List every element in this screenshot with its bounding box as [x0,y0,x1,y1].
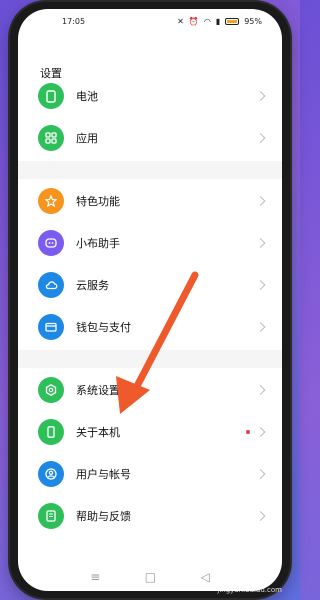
phone-screen: 17:05 ✕ ⏰ ◠ ▮ 95% 设置 电池 应用 特色功能 小布助手 云服务… [18,9,282,591]
user-icon [38,461,64,487]
settings-item-assistant[interactable]: 小布助手 [18,224,282,262]
system-settings-icon [38,377,64,403]
settings-item-wallet[interactable]: 钱包与支付 [18,308,282,346]
status-bar: 17:05 ✕ ⏰ ◠ ▮ 95% [18,9,282,33]
chevron-right-icon [255,427,266,437]
settings-item-users[interactable]: 用户与帐号 [18,455,282,493]
wallet-icon [38,314,64,340]
mute-icon: ✕ [177,16,184,26]
settings-item-battery[interactable]: 电池 [18,77,282,115]
signal-icon: ▮ [215,16,221,26]
settings-item-label: 系统设置 [76,384,120,397]
settings-item-label: 云服务 [76,279,109,292]
star-badge-icon [38,188,64,214]
notification-dot [246,430,250,434]
settings-item-about[interactable]: 关于本机 [18,413,282,451]
section-divider [18,161,282,179]
status-icons: ✕ ⏰ ◠ ▮ 95% [177,17,262,26]
apps-grid-icon [38,125,64,151]
phone-frame: 17:05 ✕ ⏰ ◠ ▮ 95% 设置 电池 应用 特色功能 小布助手 云服务… [10,2,290,598]
settings-item-featured[interactable]: 特色功能 [18,182,282,220]
wifi-icon: ◠ [203,16,211,26]
settings-item-label: 关于本机 [76,426,120,439]
chevron-right-icon [255,196,266,206]
chevron-right-icon [255,385,266,395]
settings-item-cloud[interactable]: 云服务 [18,266,282,304]
back-nav-button[interactable]: ◁ [201,570,210,584]
home-nav-button[interactable]: □ [145,570,156,584]
battery-icon [225,17,240,25]
settings-item-label: 电池 [76,90,98,103]
settings-item-label: 特色功能 [76,195,120,208]
help-feedback-icon [38,503,64,529]
settings-item-label: 应用 [76,132,98,145]
settings-item-label: 用户与帐号 [76,468,131,481]
battery-percent: 95% [244,16,262,26]
chevron-right-icon [255,91,266,101]
menu-nav-button[interactable]: ≡ [90,570,100,584]
assistant-icon [38,230,64,256]
phone-info-icon [38,419,64,445]
chevron-right-icon [255,238,266,248]
chevron-right-icon [255,133,266,143]
watermark-text: jingyan.baidu.com [217,586,282,594]
status-time: 17:05 [62,16,86,26]
settings-item-label: 小布助手 [76,237,120,250]
section-divider [18,350,282,368]
settings-item-system[interactable]: 系统设置 [18,371,282,409]
chevron-right-icon [255,469,266,479]
cloud-icon [38,272,64,298]
settings-item-apps[interactable]: 应用 [18,119,282,157]
chevron-right-icon [255,511,266,521]
settings-item-label: 钱包与支付 [76,321,131,334]
settings-item-help[interactable]: 帮助与反馈 [18,497,282,535]
alarm-icon: ⏰ [188,16,199,26]
settings-item-label: 帮助与反馈 [76,510,131,523]
chevron-right-icon [255,280,266,290]
battery-setting-icon [38,83,64,109]
chevron-right-icon [255,322,266,332]
